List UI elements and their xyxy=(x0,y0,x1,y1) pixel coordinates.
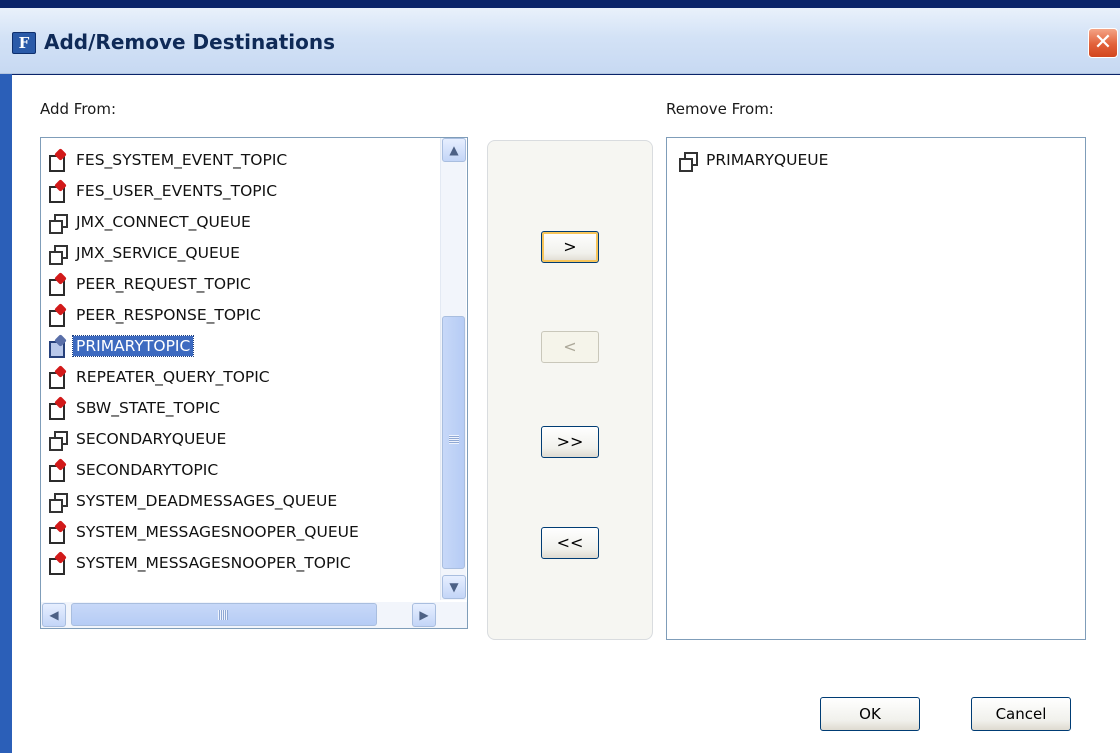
add-from-label: Add From: xyxy=(40,100,117,118)
list-item[interactable]: SECONDARYQUEUE xyxy=(47,423,362,454)
list-item[interactable]: SYSTEM_MESSAGESNOOPER_QUEUE xyxy=(47,516,362,547)
queue-icon xyxy=(47,429,69,451)
list-item[interactable]: PEER_RESPONSE_TOPIC xyxy=(47,299,362,330)
list-item-label: PRIMARYTOPIC xyxy=(71,334,195,357)
add-button[interactable]: > xyxy=(541,231,599,263)
list-item[interactable]: REPEATER_QUERY_TOPIC xyxy=(47,361,362,392)
list-item-label: PEER_REQUEST_TOPIC xyxy=(76,274,251,293)
add-from-list[interactable]: FES_SYSTEM_EVENT_TOPIC FES_USER_EVENTS_TO… xyxy=(40,137,468,629)
ok-button[interactable]: OK xyxy=(820,697,920,731)
list-item[interactable]: PEER_REQUEST_TOPIC xyxy=(47,268,362,299)
topic-icon xyxy=(47,150,69,172)
topic-icon xyxy=(47,553,69,575)
topic-icon xyxy=(47,398,69,420)
remove-from-label: Remove From: xyxy=(666,100,774,118)
close-button[interactable]: ✕ xyxy=(1088,28,1118,58)
list-item-label: SECONDARYQUEUE xyxy=(76,429,227,448)
move-buttons-panel xyxy=(487,140,653,640)
remove-button[interactable]: < xyxy=(541,331,599,363)
chevron-down-icon: ▼ xyxy=(449,580,459,594)
list-item-label: SECONDARYTOPIC xyxy=(76,460,219,479)
list-item[interactable]: FES_SYSTEM_EVENT_TOPIC xyxy=(47,144,362,175)
topic-icon xyxy=(47,274,69,296)
grip-icon xyxy=(218,610,228,620)
chevron-left-icon: ◀ xyxy=(49,608,59,622)
list-item[interactable]: SYSTEM_DEADMESSAGES_QUEUE xyxy=(47,485,362,516)
topic-icon xyxy=(47,181,69,203)
list-item-label: JMX_CONNECT_QUEUE xyxy=(76,212,251,231)
list-item[interactable]: FES_USER_EVENTS_TOPIC xyxy=(47,175,362,206)
window-title: Add/Remove Destinations xyxy=(44,30,336,54)
remove-from-items: PRIMARYQUEUE xyxy=(677,144,831,175)
queue-icon xyxy=(677,150,699,172)
list-item-label: PRIMARYQUEUE xyxy=(706,150,829,169)
list-item[interactable]: PRIMARYTOPIC xyxy=(47,330,362,361)
queue-icon xyxy=(47,243,69,265)
remove-from-list[interactable]: PRIMARYQUEUE xyxy=(666,137,1086,640)
list-item[interactable]: SYSTEM_MESSAGESNOOPER_TOPIC xyxy=(47,547,362,578)
add-from-items: FES_SYSTEM_EVENT_TOPIC FES_USER_EVENTS_TO… xyxy=(47,144,362,578)
list-item-label: FES_USER_EVENTS_TOPIC xyxy=(76,181,278,200)
title-bar[interactable]: F Add/Remove Destinations ✕ xyxy=(0,8,1120,74)
horizontal-scroll-thumb[interactable] xyxy=(71,603,377,626)
topic-icon xyxy=(47,305,69,327)
topic-icon xyxy=(47,460,69,482)
chevron-up-icon: ▲ xyxy=(449,143,459,157)
remove-all-button[interactable]: << xyxy=(541,527,599,559)
list-item[interactable]: SBW_STATE_TOPIC xyxy=(47,392,362,423)
scroll-left-button[interactable]: ◀ xyxy=(42,603,66,627)
topic-icon xyxy=(47,336,69,358)
scroll-right-button[interactable]: ▶ xyxy=(412,603,436,627)
list-item-label: FES_SYSTEM_EVENT_TOPIC xyxy=(76,150,288,169)
list-item-label: REPEATER_QUERY_TOPIC xyxy=(76,367,270,386)
scroll-down-button[interactable]: ▼ xyxy=(442,575,466,599)
topic-icon xyxy=(47,367,69,389)
list-item-label: SYSTEM_MESSAGESNOOPER_TOPIC xyxy=(76,553,351,572)
list-item[interactable]: JMX_SERVICE_QUEUE xyxy=(47,237,362,268)
cancel-button[interactable]: Cancel xyxy=(971,697,1071,731)
queue-icon xyxy=(47,212,69,234)
add-from-horizontal-scrollbar[interactable]: ◀ ▶ xyxy=(41,602,441,628)
add-from-vertical-scrollbar[interactable]: ▲ ▼ xyxy=(440,138,466,600)
list-item[interactable]: JMX_CONNECT_QUEUE xyxy=(47,206,362,237)
close-icon: ✕ xyxy=(1093,30,1113,55)
vertical-scroll-thumb[interactable] xyxy=(442,316,465,569)
list-item-label: SYSTEM_MESSAGESNOOPER_QUEUE xyxy=(76,522,359,541)
app-icon: F xyxy=(12,32,36,54)
list-item-label: PEER_RESPONSE_TOPIC xyxy=(76,305,261,324)
chevron-right-icon: ▶ xyxy=(419,608,429,622)
topic-icon xyxy=(47,522,69,544)
list-item[interactable]: PRIMARYQUEUE xyxy=(677,144,831,175)
list-item-label: SBW_STATE_TOPIC xyxy=(76,398,220,417)
queue-icon xyxy=(47,491,69,513)
window-frame xyxy=(0,8,12,753)
scrollbar-corner xyxy=(441,602,467,628)
list-item-label: JMX_SERVICE_QUEUE xyxy=(76,243,240,262)
scroll-up-button[interactable]: ▲ xyxy=(442,138,466,162)
grip-icon xyxy=(449,435,459,444)
list-item-label: SYSTEM_DEADMESSAGES_QUEUE xyxy=(76,491,338,510)
add-all-button[interactable]: >> xyxy=(541,426,599,458)
list-item[interactable]: SECONDARYTOPIC xyxy=(47,454,362,485)
